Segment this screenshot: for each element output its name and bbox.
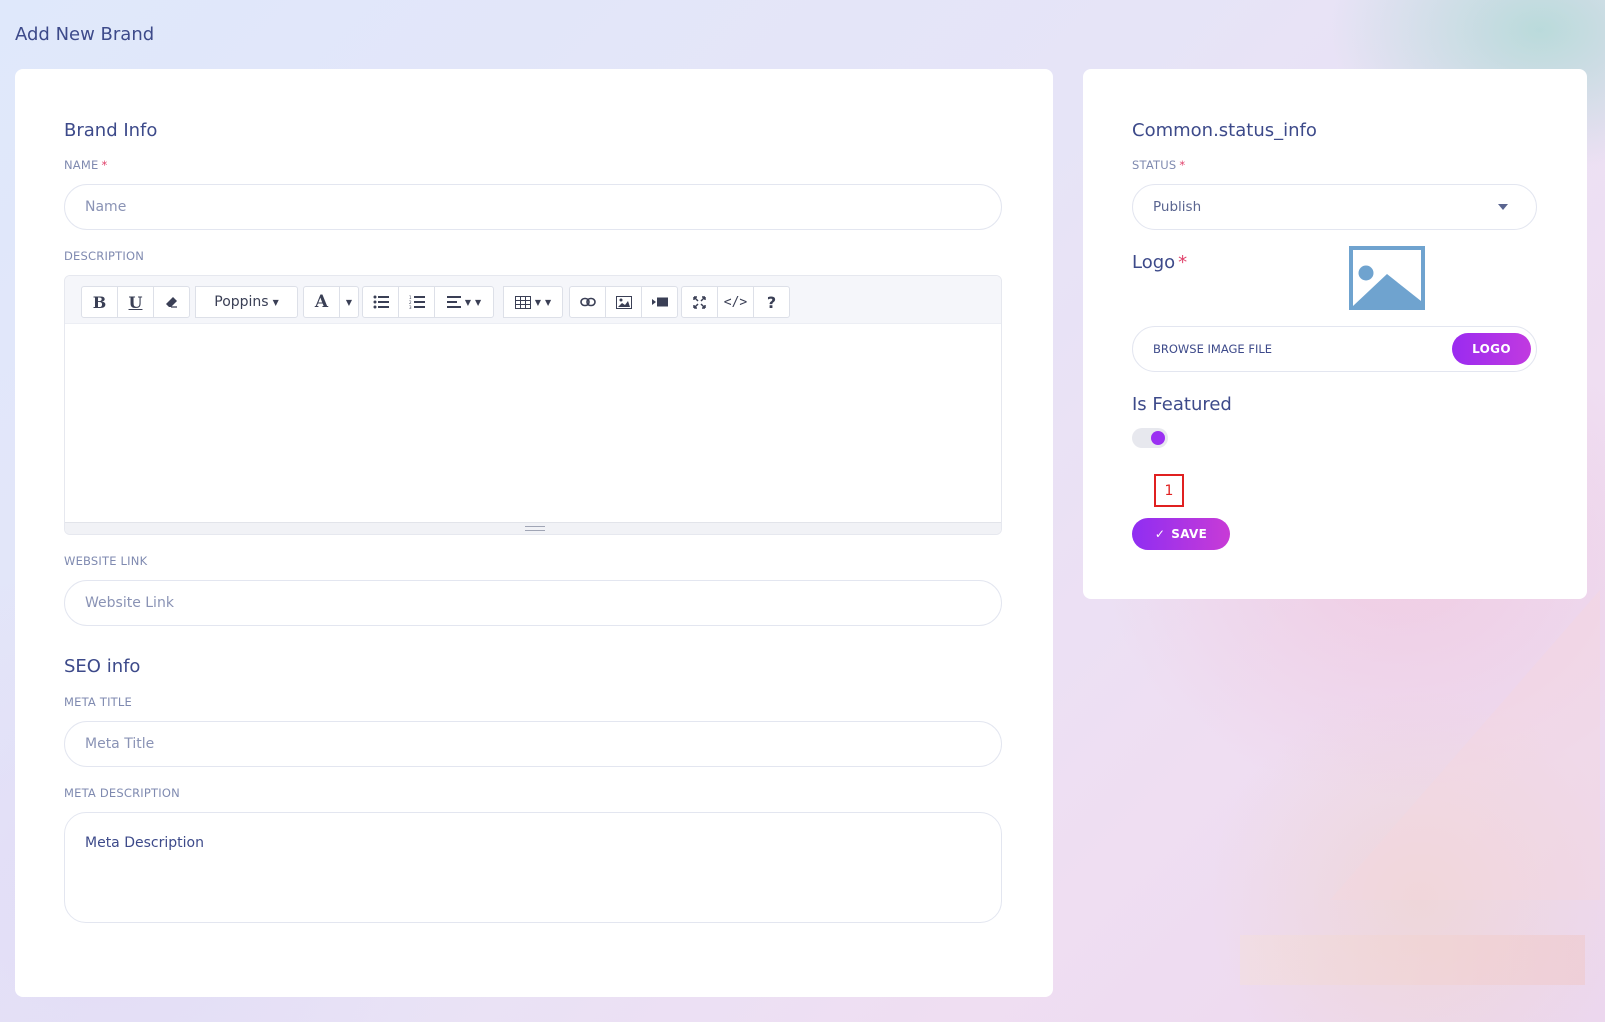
font-color-icon[interactable]: A (303, 286, 340, 318)
underline-button[interactable]: U (117, 286, 154, 318)
save-button[interactable]: ✓ SAVE (1132, 518, 1230, 550)
help-icon[interactable]: ? (753, 286, 790, 318)
brand-form-card: Brand Info NAME * Name DESCRIPTION B U Po… (15, 69, 1053, 997)
is-featured-toggle[interactable] (1132, 428, 1168, 448)
table-group: ▼ ▼ (503, 286, 563, 318)
image-placeholder-icon (1349, 246, 1425, 310)
description-label: DESCRIPTION (64, 249, 145, 263)
check-icon: ✓ (1154, 527, 1166, 541)
meta-description-textarea[interactable]: Meta Description (64, 812, 1002, 923)
editor-toolbar: B U Poppins ▼ A ▼ 123 ▼ ▼ ▼ ▼ </> ? (65, 276, 1001, 324)
code-view-icon[interactable]: </> (717, 286, 754, 318)
website-link-label: WEBSITE LINK (64, 554, 148, 568)
table-icon[interactable]: ▼ ▼ (503, 286, 563, 318)
fullscreen-icon[interactable] (681, 286, 718, 318)
bold-button[interactable]: B (81, 286, 118, 318)
status-info-title: Common.status_info (1132, 120, 1317, 141)
editor-resize-handle[interactable] (65, 522, 1001, 534)
video-icon[interactable] (641, 286, 678, 318)
meta-description-label: META DESCRIPTION (64, 786, 180, 800)
view-group: </> ? (681, 286, 790, 318)
font-family-group: Poppins ▼ (195, 286, 298, 318)
browse-image-text: BROWSE IMAGE FILE (1153, 342, 1273, 356)
insert-group (569, 286, 678, 318)
svg-text:3: 3 (409, 305, 412, 309)
link-icon[interactable] (569, 286, 606, 318)
logo-browse-button[interactable]: LOGO (1452, 333, 1531, 365)
brand-info-title: Brand Info (64, 120, 158, 141)
chevron-down-icon (1498, 204, 1508, 210)
meta-title-input[interactable]: Meta Title (64, 721, 1002, 767)
toggle-knob (1151, 431, 1165, 445)
editor-content[interactable] (65, 324, 1001, 522)
list-group: 123 ▼ ▼ (362, 286, 494, 318)
align-icon[interactable]: ▼ ▼ (434, 286, 494, 318)
website-link-input[interactable]: Website Link (64, 580, 1002, 626)
background-shape (1240, 935, 1585, 985)
annotation-marker: 1 (1154, 474, 1184, 507)
background-shape (1330, 590, 1600, 900)
name-input[interactable]: Name (64, 184, 1002, 230)
status-label: STATUS * (1132, 158, 1186, 172)
name-label: NAME * (64, 158, 108, 172)
seo-info-title: SEO info (64, 656, 141, 677)
color-group: A ▼ (303, 286, 359, 318)
save-label: SAVE (1171, 527, 1208, 541)
is-featured-label: Is Featured (1132, 394, 1232, 415)
status-card: Common.status_info STATUS * Publish Logo *… (1083, 69, 1587, 599)
page-title: Add New Brand (15, 24, 155, 45)
meta-title-label: META TITLE (64, 695, 132, 709)
status-select[interactable]: Publish (1132, 184, 1537, 230)
resize-grip-icon (525, 526, 545, 531)
style-group: B U (81, 286, 190, 318)
image-icon[interactable] (605, 286, 642, 318)
unordered-list-icon[interactable] (362, 286, 399, 318)
font-color-dropdown[interactable]: ▼ (339, 286, 359, 318)
description-editor: B U Poppins ▼ A ▼ 123 ▼ ▼ ▼ ▼ </> ? (64, 275, 1002, 535)
logo-label: Logo * (1132, 252, 1188, 273)
logo-file-input[interactable]: BROWSE IMAGE FILE LOGO (1132, 326, 1537, 372)
font-family-dropdown[interactable]: Poppins ▼ (195, 286, 298, 318)
ordered-list-icon[interactable]: 123 (398, 286, 435, 318)
eraser-icon[interactable] (153, 286, 190, 318)
